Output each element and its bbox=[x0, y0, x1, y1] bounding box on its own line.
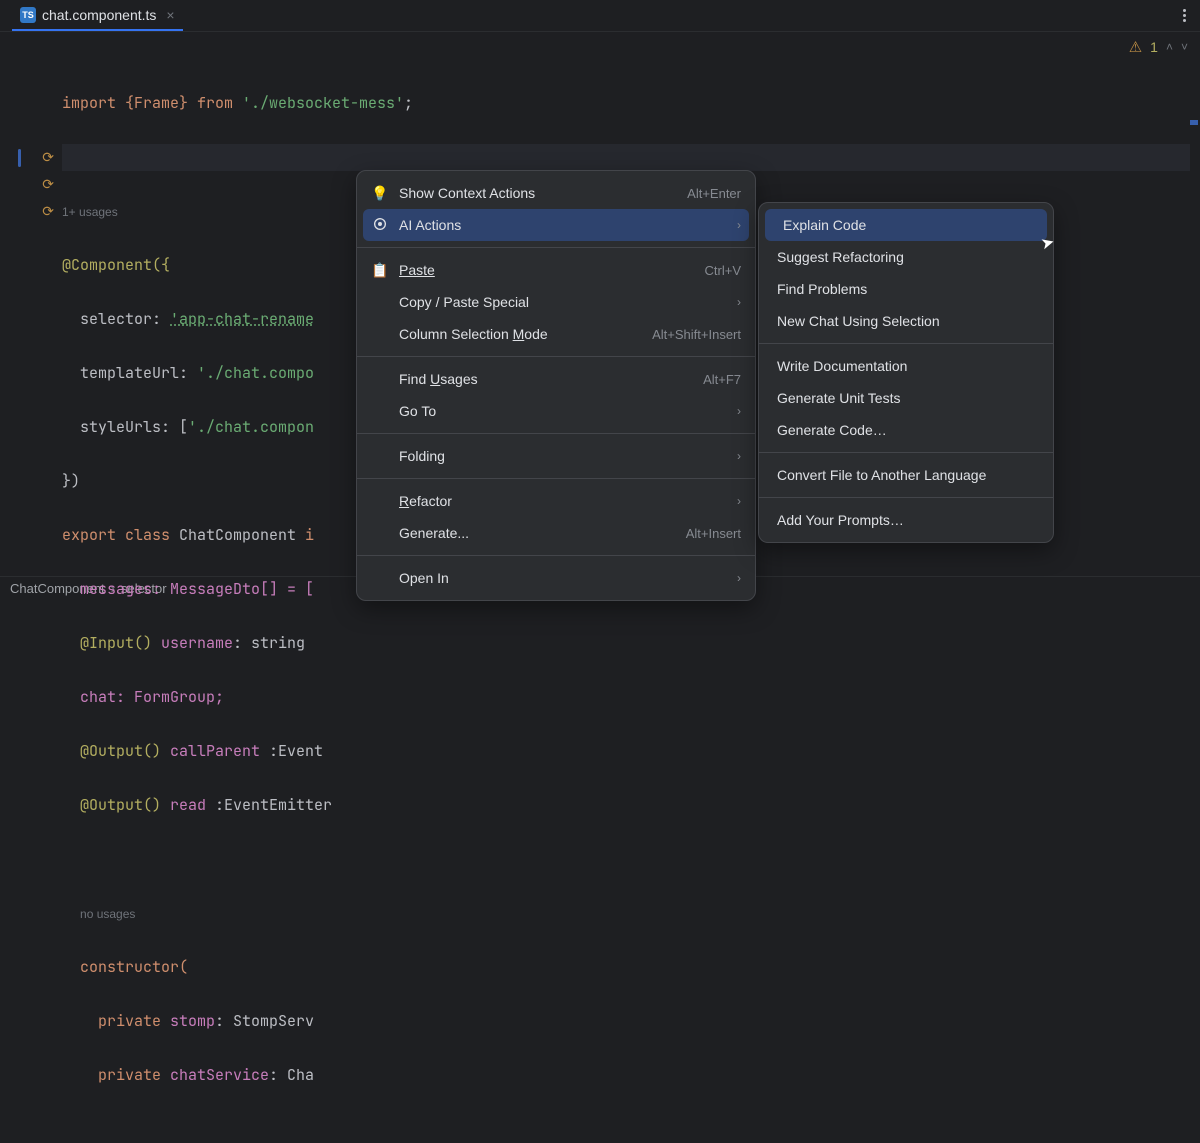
menu-item-new-chat-selection[interactable]: New Chat Using Selection bbox=[759, 305, 1053, 337]
menu-item-suggest-refactoring[interactable]: Suggest Refactoring bbox=[759, 241, 1053, 273]
usages-hint[interactable]: no usages bbox=[80, 907, 135, 921]
menu-separator bbox=[759, 343, 1053, 344]
warning-icon: ⚠ bbox=[1129, 38, 1142, 56]
scrollbar-marker bbox=[1190, 120, 1198, 125]
menu-item-find-problems[interactable]: Find Problems bbox=[759, 273, 1053, 305]
warning-count: 1 bbox=[1150, 39, 1158, 55]
menu-item-write-documentation[interactable]: Write Documentation bbox=[759, 350, 1053, 382]
menu-item-explain-code[interactable]: Explain Code bbox=[765, 209, 1047, 241]
gutter-reload-icon[interactable]: ⟳ bbox=[42, 149, 54, 166]
inspection-widget[interactable]: ⚠ 1 ˄ ˅ bbox=[1129, 38, 1188, 56]
menu-item-generate-unit-tests[interactable]: Generate Unit Tests bbox=[759, 382, 1053, 414]
file-tab[interactable]: TS chat.component.ts × bbox=[12, 0, 183, 31]
ai-icon bbox=[371, 216, 389, 235]
menu-separator bbox=[357, 433, 755, 434]
menu-item-generate[interactable]: Generate... Alt+Insert bbox=[357, 517, 755, 549]
gutter-reload-icon[interactable]: ⟳ bbox=[42, 176, 54, 193]
ai-actions-submenu: Explain Code Suggest Refactoring Find Pr… bbox=[758, 202, 1054, 543]
close-tab-icon[interactable]: × bbox=[166, 7, 174, 23]
menu-item-ai-actions[interactable]: AI Actions › bbox=[363, 209, 749, 241]
gutter-reload-icon[interactable]: ⟳ bbox=[42, 203, 54, 220]
chevron-right-icon: › bbox=[737, 571, 741, 585]
menu-separator bbox=[759, 497, 1053, 498]
menu-separator bbox=[759, 452, 1053, 453]
menu-separator bbox=[357, 478, 755, 479]
menu-separator bbox=[357, 356, 755, 357]
next-problem-icon[interactable]: ˅ bbox=[1181, 40, 1188, 54]
menu-item-folding[interactable]: Folding › bbox=[357, 440, 755, 472]
menu-item-context-actions[interactable]: 💡 Show Context Actions Alt+Enter bbox=[357, 177, 755, 209]
menu-item-copy-paste-special[interactable]: Copy / Paste Special › bbox=[357, 286, 755, 318]
menu-item-refactor[interactable]: Refactor › bbox=[357, 485, 755, 517]
usages-hint[interactable]: 1+ usages bbox=[62, 205, 118, 219]
lightbulb-icon: 💡 bbox=[371, 185, 389, 202]
menu-item-paste[interactable]: 📋 Paste Ctrl+V bbox=[357, 254, 755, 286]
chevron-right-icon: › bbox=[737, 449, 741, 463]
menu-item-open-in[interactable]: Open In › bbox=[357, 562, 755, 594]
prev-problem-icon[interactable]: ˄ bbox=[1166, 40, 1173, 54]
menu-item-convert-file[interactable]: Convert File to Another Language bbox=[759, 459, 1053, 491]
menu-separator bbox=[357, 247, 755, 248]
typescript-file-icon: TS bbox=[20, 7, 36, 23]
chevron-right-icon: › bbox=[737, 494, 741, 508]
chevron-right-icon: › bbox=[737, 404, 741, 418]
tab-more-menu-icon[interactable] bbox=[1183, 9, 1186, 22]
menu-item-generate-code[interactable]: Generate Code… bbox=[759, 414, 1053, 446]
menu-item-add-prompts[interactable]: Add Your Prompts… bbox=[759, 504, 1053, 536]
menu-item-column-selection[interactable]: Column Selection Mode Alt+Shift+Insert bbox=[357, 318, 755, 350]
chevron-right-icon: › bbox=[737, 218, 741, 232]
menu-separator bbox=[357, 555, 755, 556]
context-menu: 💡 Show Context Actions Alt+Enter AI Acti… bbox=[356, 170, 756, 601]
clipboard-icon: 📋 bbox=[371, 262, 389, 279]
gutter: ⟳ ⟳ ⟳ bbox=[0, 32, 62, 576]
chevron-right-icon: › bbox=[737, 295, 741, 309]
menu-item-find-usages[interactable]: Find Usages Alt+F7 bbox=[357, 363, 755, 395]
tab-bar: TS chat.component.ts × bbox=[0, 0, 1200, 32]
tab-filename: chat.component.ts bbox=[42, 7, 156, 23]
menu-item-go-to[interactable]: Go To › bbox=[357, 395, 755, 427]
